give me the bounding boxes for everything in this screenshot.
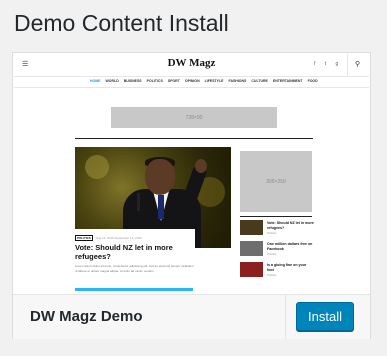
preview-search: ⚲ <box>347 54 369 76</box>
thumbnail <box>240 241 263 256</box>
list-item-title: One million dollars free on Facebook <box>267 242 313 251</box>
nav-item-sport: SPORT <box>167 79 180 83</box>
list-item-category: Politics <box>267 231 277 235</box>
nav-item-home: HOME <box>90 79 101 83</box>
section-divider <box>75 138 313 139</box>
theme-name: DW Magz Demo <box>30 308 143 325</box>
nav-item-fashions: FASHIONS <box>228 79 247 83</box>
featured-article: POLITICS July 12, 2016 September 12, 201… <box>75 229 195 293</box>
nav-item-food: FOOD <box>307 79 318 83</box>
theme-card[interactable]: ☰ DW Magz f t g ⚲ HOME WORLD BUSINESS PO… <box>12 52 371 339</box>
install-button[interactable]: Install <box>296 302 354 331</box>
article-headline: Vote: Should NZ let in more refugees? <box>75 243 173 261</box>
search-icon: ⚲ <box>355 61 361 68</box>
thumbnail <box>240 262 263 277</box>
ad-banner-side: 300×250 <box>240 151 312 212</box>
theme-card-footer: DW Magz Demo Install <box>13 294 370 339</box>
list-item-title: Vote: Should NZ let in more refugees? <box>267 221 314 230</box>
sidebar-list-item: One million dollars free on Facebook Pol… <box>240 241 314 259</box>
ad-size-label: 728×90 <box>185 114 203 121</box>
preview-nav: HOME WORLD BUSINESS POLITICS SPORT OPINI… <box>14 76 369 88</box>
ad-banner-top: 728×90 <box>111 107 277 128</box>
thumbnail <box>240 220 263 235</box>
nav-item-lifestyle: LIFESTYLE <box>204 79 224 83</box>
accent-bar <box>75 288 193 291</box>
list-item-title: Is a gluing fine on your foot <box>267 263 307 272</box>
sidebar-divider <box>240 216 312 217</box>
nav-item-opinion: OPINION <box>184 79 200 83</box>
nav-item-entertainment: ENTERTAINMENT <box>272 79 303 83</box>
sidebar-list-item: Vote: Should NZ let in more refugees? Po… <box>240 220 314 238</box>
page-title: Demo Content Install <box>14 10 229 36</box>
nav-item-culture: CULTURE <box>251 79 268 83</box>
article-excerpt: Lorem ipsum dolor sit amet, consectetur … <box>75 264 194 273</box>
nav-item-business: BUSINESS <box>123 79 142 83</box>
list-item-category: Politics <box>267 273 277 277</box>
theme-screenshot[interactable]: ☰ DW Magz f t g ⚲ HOME WORLD BUSINESS PO… <box>14 54 369 294</box>
sidebar-list-item: Is a gluing fine on your foot Politics <box>240 262 314 280</box>
list-item-category: Politics <box>267 252 277 256</box>
preview-header: ☰ DW Magz f t g ⚲ <box>14 54 369 77</box>
nav-item-world: WORLD <box>105 79 119 83</box>
social-icons: f t g <box>314 61 343 67</box>
article-date: July 12, 2016 September 12, 2016 <box>95 236 142 240</box>
article-category: POLITICS <box>75 235 93 241</box>
ad-size-label: 300×250 <box>266 178 286 185</box>
theme-actions: Install <box>285 295 370 339</box>
nav-item-politics: POLITICS <box>146 79 163 83</box>
